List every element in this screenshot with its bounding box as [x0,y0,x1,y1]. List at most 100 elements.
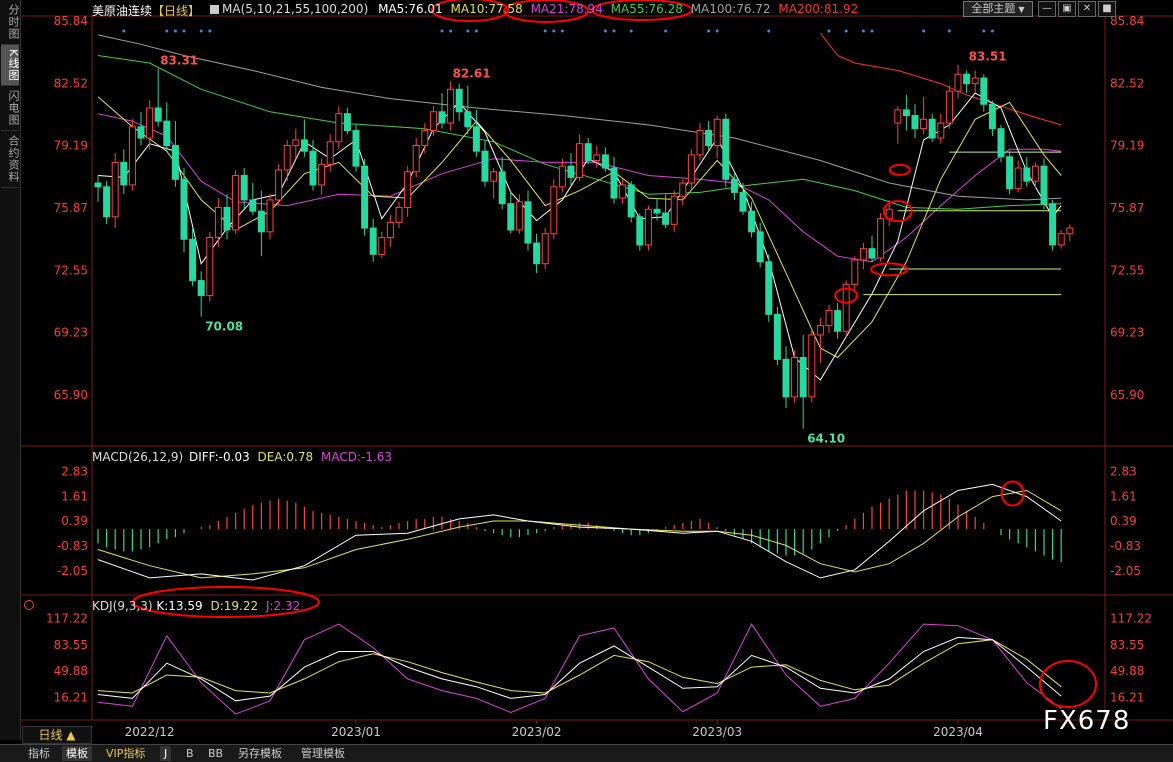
kdj-j: J:2.32 [265,599,301,613]
candle-body [206,236,214,297]
candle-body [343,113,351,132]
candle-body [292,139,300,147]
candle-body [395,206,403,223]
price-tick-left: 69.23 [54,326,88,340]
macd-tick-left: -0.83 [57,539,88,553]
candle-body [429,111,437,132]
candle-body [851,259,859,285]
tab-manage-templates[interactable]: 管理模板 [297,746,349,761]
tab-flash[interactable]: 闪电图 [1,86,20,132]
signal-dot [767,29,771,33]
signal-dot [560,29,564,33]
tab-templates[interactable]: 模板 [62,746,92,761]
minimize-button[interactable]: — [1038,1,1056,17]
signal-dot [982,29,986,33]
candle-body [842,283,850,332]
candle-body [662,212,670,225]
candle-body [1040,165,1048,205]
macd-tick-left: 1.61 [61,489,88,503]
candle-body [1031,165,1039,182]
tab-b[interactable]: B [182,746,198,761]
ma10-value: MA10:77.58 [450,2,523,16]
pin-button[interactable]: ■ [1098,1,1116,17]
tab-timeshare[interactable]: 分时图 [1,0,20,45]
extreme-label: 83.51 [969,50,1007,64]
price-tick-right: 69.23 [1110,326,1144,340]
signal-dot [612,29,616,33]
candle-body [945,90,953,124]
kdj-highlight-circle [1039,660,1097,708]
signal-dot [827,29,831,33]
candle-body [335,113,343,143]
candle-body [369,227,377,255]
macd-dea-line [97,489,1062,579]
candle-body [214,206,222,238]
candle-body [756,231,764,263]
symbol-title: 美原油连续【日线】 [92,2,200,19]
candle-body [868,248,876,259]
signal-dot [990,29,994,33]
kdj-d-line [97,639,1062,694]
tab-vip-indicators[interactable]: VIP指标 [102,746,149,761]
candle-body [696,130,704,156]
candle-body [223,206,231,231]
tab-kline[interactable]: K线图 [1,45,20,87]
candle-body [679,182,687,197]
candle-body [584,143,592,162]
extreme-label: 64.10 [807,432,845,446]
candle-body [859,248,867,261]
extreme-label: 82.61 [453,67,491,81]
signal-dot [543,29,547,33]
macd-tick-left: -2.05 [57,564,88,578]
tab-indicators[interactable]: 指标 [24,746,54,761]
extreme-label: 83.31 [160,53,198,67]
tab-contract-info[interactable]: 合约资料 [1,131,20,189]
price-tick-right: 79.19 [1110,139,1144,153]
price-tick-right: 72.55 [1110,263,1144,277]
kdj-settings-icon[interactable] [24,600,34,610]
candle-body [877,218,885,259]
candle-body [1066,227,1074,235]
candle-body [920,118,928,130]
signal-dot [603,29,607,33]
kdj-j-line [97,623,1062,715]
signal-dot [466,29,470,33]
candle-body [902,109,910,117]
maximize-button[interactable]: ▣ [1058,1,1076,17]
date-label: 2023/04 [933,725,983,739]
candle-body [644,208,652,246]
tab-j[interactable]: J [160,746,172,761]
candle-body [464,111,472,128]
candle-body [515,201,523,231]
candle-body [386,221,394,238]
signal-dot [861,29,865,33]
date-label: 2022/12 [125,725,175,739]
candle-body [791,356,799,398]
signal-dot [165,29,169,33]
candle-body [722,118,730,180]
candle-body [765,261,773,315]
signal-dot [122,29,126,33]
tab-save-template[interactable]: 另存模板 [234,746,286,761]
period-selector[interactable]: 日线 ▲ [22,726,92,744]
candle-body [154,107,162,122]
signal-dot [922,29,926,33]
candle-body [739,191,747,212]
candle-body [455,88,463,113]
ma-settings-icon[interactable] [210,5,219,14]
price-tick-right: 82.52 [1110,76,1144,90]
signal-dot [182,29,186,33]
candle-body [541,233,549,265]
ma5-value: MA5:76.01 [378,2,443,16]
candle-body [111,161,119,218]
theme-dropdown[interactable]: 全部主题 ▼ [963,1,1033,17]
tab-bb[interactable]: BB [204,746,227,761]
close-button[interactable]: ✕ [1078,1,1096,17]
candle-body [232,175,240,231]
ma200-value: MA200:81.92 [778,2,859,16]
candle-body [266,199,274,233]
chart-canvas[interactable]: 85.84 85.8482.52 82.5279.19 79.1975.87 75.87… [20,0,1173,744]
candle-body [472,126,480,152]
macd-tick-right: 0.39 [1110,514,1137,528]
candle-body [146,107,154,139]
